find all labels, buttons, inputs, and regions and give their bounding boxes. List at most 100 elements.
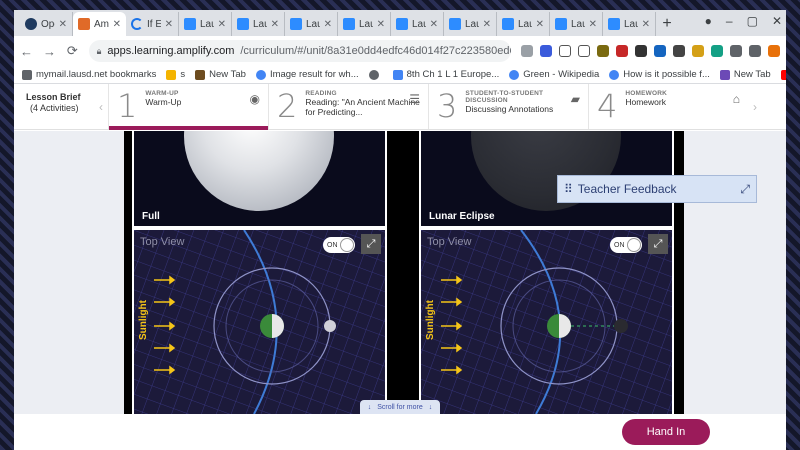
new-tab-button[interactable]: + [656,12,678,36]
lesson-nav: Lesson Brief (4 Activities) ‹ 1 WARM-UP Wa… [14,84,786,130]
tab-close-icon[interactable]: ✕ [59,19,67,30]
bookmark-item[interactable]: How is it possible f... [609,69,710,80]
tab-close-icon[interactable]: ✕ [377,19,385,30]
bookmark-item[interactable]: mymail.lausd.net bookmarks [22,69,156,80]
chrome-menu-icon[interactable]: ● [705,14,712,28]
maximize-icon[interactable]: ▢ [747,14,758,28]
extension-icon[interactable] [540,45,552,57]
arrow-down-icon: ↓ [428,403,433,411]
browser-tab[interactable]: If Ea ✕ [126,12,179,36]
step-title: Discussing Annotations [465,104,554,115]
extension-icon[interactable] [673,45,685,57]
tab-close-icon[interactable]: ✕ [271,19,279,30]
browser-tab[interactable]: Laur ✕ [497,12,550,36]
bookmark-item[interactable]: 8th Ch 1 L 1 Europe... [392,69,499,80]
shield-icon[interactable] [559,45,571,57]
bookmark-item[interactable] [368,69,383,80]
drag-handle-icon[interactable]: ⠿ [564,182,573,196]
zoom-icon [502,18,514,30]
browser-tab[interactable]: Laur ✕ [232,12,285,36]
prev-arrow-icon[interactable]: ‹ [94,84,108,129]
zoom-icon [237,18,249,30]
lesson-step[interactable]: 1 WARM-UP Warm-Up ◉ [108,84,268,130]
browser-tab[interactable]: Laur ✕ [285,12,338,36]
expand-icon[interactable]: ⤢ [740,182,750,197]
grammarly-icon[interactable] [711,45,723,57]
extension-icon[interactable] [616,45,628,57]
youtube-icon [780,69,786,80]
bookmark-label: mymail.lausd.net bookmarks [36,69,157,80]
url-domain: apps.learning.amplify.com [107,45,235,57]
lesson-brief[interactable]: Lesson Brief (4 Activities) [14,84,94,129]
tab-close-icon[interactable]: ✕ [483,19,491,30]
bookmark-item[interactable]: Green - Wikipedia [509,69,599,80]
avatar[interactable] [768,45,780,57]
extension-icon[interactable] [654,45,666,57]
browser-tab[interactable]: Laur ✕ [338,12,391,36]
bookmark-item[interactable]: New Tab [195,69,246,80]
close-window-icon[interactable]: ✕ [772,14,782,28]
lesson-brief-count: (4 Activities) [30,103,79,114]
bookmark-label: How is it possible f... [623,69,710,80]
view-toggle[interactable]: ON [610,237,642,253]
zoom-icon [396,18,408,30]
hand-in-button[interactable]: Hand In [622,419,710,445]
expand-icon[interactable]: ⤢ [648,234,668,254]
step-kicker: HOMEWORK [625,90,668,97]
extension-icon[interactable] [597,45,609,57]
globe-icon [368,69,379,80]
newtab-icon [195,69,206,80]
browser-tab[interactable]: Oper ✕ [20,12,73,36]
scroll-for-more[interactable]: ↓ Scroll for more ↓ [360,400,440,414]
expand-icon[interactable]: ⤢ [361,234,381,254]
browser-tab[interactable]: Laur ✕ [179,12,232,36]
tab-close-icon[interactable]: ✕ [165,19,173,30]
bookmark-item[interactable]: New Tab [719,69,771,80]
window-controls: ● – ▢ ✕ [705,14,782,28]
tab-close-icon[interactable]: ✕ [536,19,544,30]
extension-icon[interactable] [635,45,647,57]
tab-close-icon[interactable]: ✕ [589,19,597,30]
browser-tab[interactable]: Laur ✕ [391,12,444,36]
heart-icon[interactable] [578,45,590,57]
puzzle-icon[interactable] [749,45,761,57]
lesson-step[interactable]: 3 STUDENT-TO-STUDENT DISCUSSION Discussing… [428,84,588,129]
tab-close-icon[interactable]: ✕ [113,19,121,30]
newtab-icon [719,69,730,80]
tab-close-icon[interactable]: ✕ [642,19,650,30]
puzzle-icon[interactable] [730,45,742,57]
tab-close-icon[interactable]: ✕ [430,19,438,30]
next-arrow-icon[interactable]: › [748,84,762,129]
minimize-icon[interactable]: – [726,14,733,28]
browser-tab[interactable]: Amp ✕ [73,12,126,36]
step-title: Reading: "An Ancient Machine for Predict… [305,97,420,117]
tab-title: Oper [41,18,55,30]
bookmark-item[interactable]: Image result for wh... [255,69,359,80]
browser-tab[interactable]: Laur ✕ [550,12,603,36]
browser-tab[interactable]: Laur ✕ [603,12,656,36]
teacher-feedback-panel[interactable]: ⠿ Teacher Feedback ⤢ [557,175,757,203]
tab-strip: Oper ✕ Amp ✕ If Ea ✕ Laur ✕ Laur ✕ Laur ✕ Laur ✕ Laur ✕… [14,10,786,36]
view-toggle[interactable]: ON [323,237,355,253]
step-text: STUDENT-TO-STUDENT DISCUSSION Discussing … [465,88,580,125]
zoom-icon [343,18,355,30]
reload-icon[interactable]: ⟳ [66,43,79,59]
forward-icon[interactable]: → [43,44,56,59]
step-text: WARM-UP Warm-Up [145,88,181,125]
extensions [521,45,780,57]
lesson-step[interactable]: 4 HOMEWORK Homework ⌂ [588,84,748,129]
address-bar[interactable]: 🔒︎ apps.learning.amplify.com/curriculum/… [88,40,511,62]
lesson-step[interactable]: 2 READING Reading: "An Ancient Machine for… [268,84,428,129]
extension-icon[interactable] [692,45,704,57]
top-view-title: Top View [427,236,472,248]
bookmark-item[interactable]: s [166,69,185,80]
extension-icon[interactable] [521,45,533,57]
tab-close-icon[interactable]: ✕ [324,19,332,30]
bookmark-item[interactable]: Top 10 SECRET Am... [780,69,786,80]
bookmark-label: New Tab [733,69,771,80]
document-icon: ☰ [409,92,420,106]
back-icon[interactable]: ← [20,44,33,59]
folder-icon [22,69,32,80]
tab-close-icon[interactable]: ✕ [218,19,226,30]
browser-tab[interactable]: Laur ✕ [444,12,497,36]
